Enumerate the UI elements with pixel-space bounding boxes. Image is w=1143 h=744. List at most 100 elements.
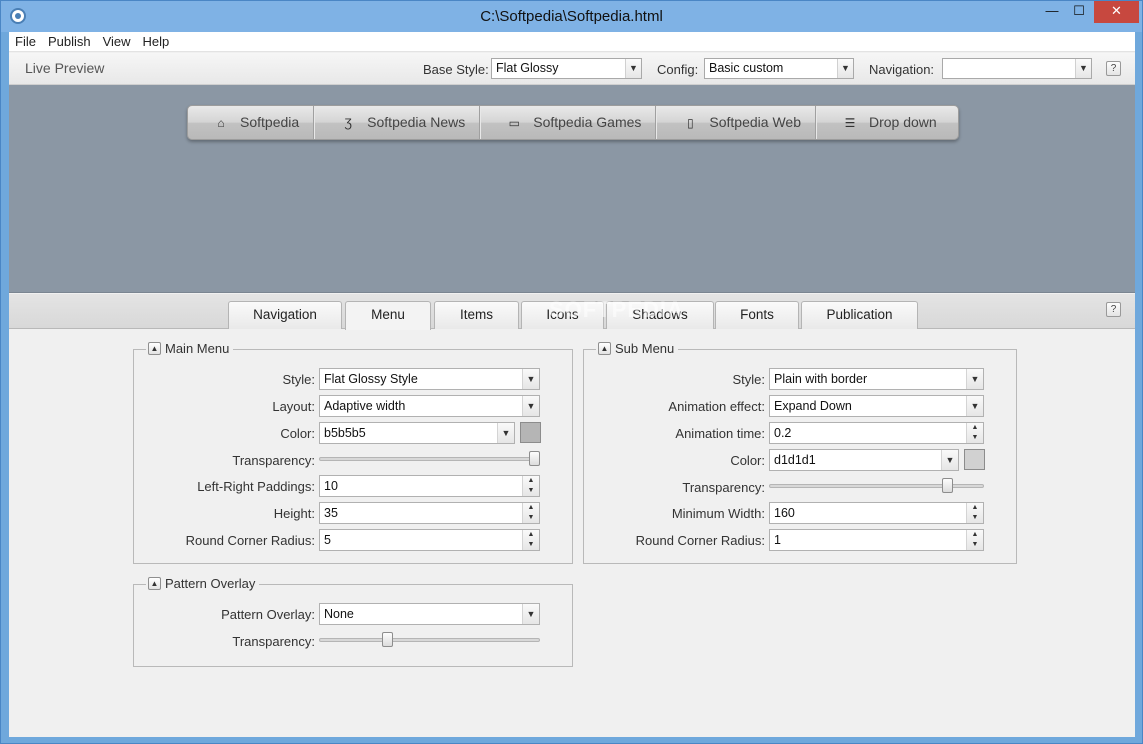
sub-color-select[interactable]: d1d1d1 ▼ — [769, 449, 959, 471]
spinner-icon[interactable]: ▲ ▼ — [966, 530, 983, 550]
sub-menu-title: Sub Menu — [615, 341, 675, 356]
sub-color-value: d1d1d1 — [774, 453, 816, 467]
sub-transparency-thumb[interactable] — [942, 478, 953, 493]
menu-publish[interactable]: Publish — [42, 32, 97, 51]
spinner-icon[interactable]: ▲ ▼ — [522, 503, 539, 523]
menu-bar: File Publish View Help — [9, 32, 1135, 52]
preview-item-softpedia[interactable]: ⌂ Softpedia — [188, 106, 315, 139]
menu-view[interactable]: View — [97, 32, 137, 51]
spinner-icon[interactable]: ▲ ▼ — [522, 476, 539, 496]
sub-animation-label: Animation effect: — [668, 399, 765, 414]
spinner-icon[interactable]: ▲ ▼ — [966, 423, 983, 443]
main-style-value: Flat Glossy Style — [324, 372, 418, 386]
pattern-overlay-select[interactable]: None ▼ — [319, 603, 540, 625]
menu-file[interactable]: File — [9, 32, 42, 51]
main-color-value: b5b5b5 — [324, 426, 366, 440]
chevron-down-icon: ▼ — [1075, 59, 1091, 78]
tab-menu[interactable]: Menu — [345, 301, 431, 330]
main-layout-value: Adaptive width — [324, 399, 406, 413]
spinner-icon[interactable]: ▲ ▼ — [522, 530, 539, 550]
main-height-input[interactable]: 35 ▲ ▼ — [319, 502, 540, 524]
navigation-label: Navigation: — [869, 62, 935, 77]
pattern-transparency-label: Transparency: — [232, 634, 315, 649]
preview-item-softpedia-games[interactable]: ▭ Softpedia Games — [480, 106, 657, 139]
menu-help[interactable]: Help — [137, 32, 176, 51]
main-color-select[interactable]: b5b5b5 ▼ — [319, 422, 515, 444]
mobile-icon: ▯ — [687, 116, 694, 130]
sub-style-value: Plain with border — [774, 372, 868, 386]
preview-item-label: Softpedia Games — [533, 114, 642, 130]
chevron-down-icon: ▼ — [497, 423, 514, 443]
config-label: Config: — [657, 62, 699, 77]
help-button[interactable]: ? — [1106, 61, 1121, 76]
sub-menu-legend: ▲ Sub Menu — [596, 341, 679, 356]
main-radius-input[interactable]: 5 ▲ ▼ — [319, 529, 540, 551]
main-layout-label: Layout: — [272, 399, 315, 414]
monitor-icon: ▭ — [508, 116, 520, 130]
tab-navigation[interactable]: Navigation — [228, 301, 342, 329]
sub-color-swatch[interactable] — [964, 449, 985, 470]
chevron-down-icon: ▼ — [966, 396, 983, 416]
watermark: SOFTPEDIA — [549, 297, 684, 322]
minimize-button[interactable]: — — [1038, 1, 1066, 23]
base-style-label: Base Style: — [423, 62, 489, 77]
tab-items[interactable]: Items — [434, 301, 519, 329]
main-transparency-thumb[interactable] — [529, 451, 540, 466]
settings-tabs: Navigation Menu Items Icons Shadows Font… — [9, 294, 1135, 330]
main-color-swatch[interactable] — [520, 422, 541, 443]
collapse-icon[interactable]: ▲ — [148, 577, 161, 590]
preview-item-softpedia-news[interactable]: Ʒ Softpedia News — [314, 106, 481, 139]
main-height-value: 35 — [324, 506, 338, 520]
main-transparency-slider[interactable] — [319, 457, 540, 461]
main-layout-select[interactable]: Adaptive width ▼ — [319, 395, 540, 417]
live-preview-area: ⌂ Softpedia Ʒ Softpedia News ▭ Softpedia Ga… — [9, 85, 1135, 293]
chevron-down-icon: ▼ — [522, 369, 539, 389]
sub-min-width-label: Minimum Width: — [671, 506, 765, 521]
collapse-icon[interactable]: ▲ — [598, 342, 611, 355]
help-button[interactable]: ? — [1106, 302, 1121, 317]
preview-item-drop-down[interactable]: ☰ Drop down — [816, 106, 951, 139]
main-paddings-label: Left-Right Paddings: — [197, 479, 315, 494]
home-icon: ⌂ — [217, 116, 225, 130]
sub-anim-time-value: 0.2 — [774, 426, 792, 440]
chevron-down-icon: ▼ — [837, 59, 853, 78]
pattern-overlay-legend: ▲ Pattern Overlay — [146, 576, 260, 591]
list-icon: ☰ — [844, 116, 856, 130]
chevron-down-icon: ▼ — [966, 369, 983, 389]
tab-publication[interactable]: Publication — [801, 301, 918, 329]
sub-anim-time-input[interactable]: 0.2 ▲ ▼ — [769, 422, 984, 444]
sub-radius-input[interactable]: 1 ▲ ▼ — [769, 529, 984, 551]
config-select[interactable]: Basic custom ▼ — [704, 58, 854, 79]
sub-color-label: Color: — [730, 453, 765, 468]
sub-style-select[interactable]: Plain with border ▼ — [769, 368, 984, 390]
sub-min-width-value: 160 — [774, 506, 795, 520]
pattern-overlay-group: ▲ Pattern Overlay Pattern Overlay: None ▼ … — [133, 576, 573, 667]
sub-min-width-input[interactable]: 160 ▲ ▼ — [769, 502, 984, 524]
spinner-icon[interactable]: ▲ ▼ — [966, 503, 983, 523]
chevron-down-icon: ▼ — [941, 450, 958, 470]
main-menu-title: Main Menu — [165, 341, 230, 356]
navigation-select[interactable]: ▼ — [942, 58, 1092, 79]
tab-fonts[interactable]: Fonts — [715, 301, 799, 329]
sub-anim-time-label: Animation time: — [675, 426, 765, 441]
close-button[interactable]: ✕ — [1094, 1, 1139, 23]
window-title: C:\Softpedia\Softpedia.html — [480, 8, 663, 25]
client-area: File Publish View Help Live Preview Base St… — [9, 32, 1135, 737]
pattern-transparency-thumb[interactable] — [382, 632, 393, 647]
collapse-icon[interactable]: ▲ — [148, 342, 161, 355]
sub-radius-label: Round Corner Radius: — [635, 533, 765, 548]
sub-menu-group: ▲ Sub Menu Style: Plain with border ▼ Anim… — [583, 341, 1017, 564]
maximize-button[interactable]: ☐ — [1066, 1, 1092, 23]
chevron-down-icon: ▼ — [522, 604, 539, 624]
pattern-transparency-slider[interactable] — [319, 638, 540, 642]
preview-item-softpedia-web[interactable]: ▯ Softpedia Web — [656, 106, 816, 139]
main-menu-group: ▲ Main Menu Style: Flat Glossy Style ▼ Lay… — [133, 341, 573, 564]
chevron-down-icon: ▼ — [522, 396, 539, 416]
pattern-overlay-value: None — [324, 607, 354, 621]
sub-animation-select[interactable]: Expand Down ▼ — [769, 395, 984, 417]
main-paddings-input[interactable]: 10 ▲ ▼ — [319, 475, 540, 497]
toolbar: Live Preview Base Style: Flat Glossy ▼ C… — [9, 53, 1135, 85]
main-style-select[interactable]: Flat Glossy Style ▼ — [319, 368, 540, 390]
base-style-select[interactable]: Flat Glossy ▼ — [491, 58, 642, 79]
main-transparency-label: Transparency: — [232, 453, 315, 468]
